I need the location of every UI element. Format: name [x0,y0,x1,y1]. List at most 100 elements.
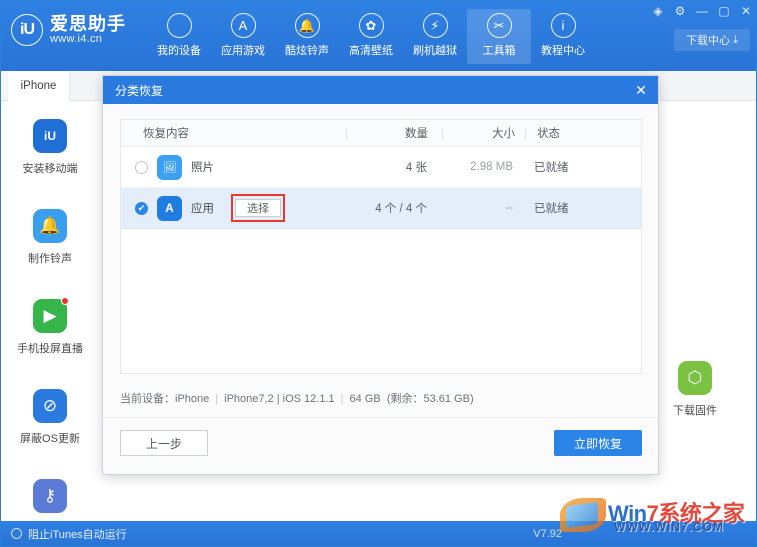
previous-step-button[interactable]: 上一步 [120,430,208,456]
tile-screencast-live[interactable]: ▶ 手机投屏直播 [6,297,94,356]
nav-label: 酷炫铃声 [285,45,329,57]
device-info-prefix: 当前设备： [120,393,175,405]
recover-now-button[interactable]: 立即恢复 [554,430,642,456]
row-size: 2.98 MB [470,161,513,173]
table-header-row: 恢复内容 数量 大小 状态 [121,120,641,147]
nav-item-apps-games[interactable]: A 应用游戏 [211,9,275,64]
table-row[interactable]: ✔ A 应用 选择 4 个 / 4 个 -- 已就绪 [121,188,641,229]
row-status: 已就绪 [534,162,569,174]
info-separator: | [340,393,344,405]
download-icon: ⤓ [733,33,738,46]
apple-icon [166,13,192,38]
brand-logo: iU 爱思助手 www.i4.cn [11,14,126,46]
status-bar: 阻止iTunes自动运行 V7.92 [1,521,756,546]
brand-text: 爱思助手 www.i4.cn [50,14,126,45]
tab-iphone[interactable]: iPhone [8,71,70,101]
device-os: iOS 12.1.1 [282,393,335,405]
dialog-title: 分类恢复 [115,83,164,98]
settings-icon[interactable]: ⚙ [673,4,687,18]
maximize-icon[interactable]: ▢ [717,4,731,18]
row-name: 照片 [191,162,214,174]
tile-download-firmware[interactable]: ⬡ 下载固件 [651,361,739,418]
column-header-size: 大小 [492,128,515,140]
column-header-content: 恢复内容 [143,128,189,140]
nav-item-toolbox[interactable]: ✂ 工具箱 [467,9,531,64]
row-size: -- [505,202,513,214]
tile-block-os-update[interactable]: ⊘ 屏蔽OS更新 [6,389,94,446]
row-status: 已就绪 [534,203,569,215]
flash-icon: ⚡ [422,13,448,38]
screencast-glyph: ▶ [43,306,57,325]
device-free-space: (剩余：53.61 GB) [386,393,474,405]
check-icon: ✔ [137,202,146,213]
dialog-close-icon[interactable]: ✕ [632,81,650,99]
nav-item-ringtones[interactable]: 🔔 酷炫铃声 [275,9,339,64]
info-separator: | [215,393,219,405]
row-name: 应用 [191,203,214,215]
block-itunes-label: 阻止iTunes自动运行 [28,528,127,541]
select-apps-button[interactable]: 选择 [235,199,281,217]
nav-item-flash-jailbreak[interactable]: ⚡ 刷机越狱 [403,9,467,64]
version-label: V7.92 [533,527,562,540]
nav-label: 教程中心 [541,45,585,57]
notification-badge-dot [61,297,69,305]
nav-item-my-device[interactable]: 我的设备 [147,9,211,64]
tile-label: 屏蔽OS更新 [20,433,80,445]
nav-item-wallpapers[interactable]: ✿ 高清壁纸 [339,9,403,64]
block-update-icon: ⊘ [33,389,67,423]
nav-label: 高清壁纸 [349,45,393,57]
appstore-icon: A [157,195,182,221]
window-controls: ◈ ⚙ — ▢ ✕ [651,4,753,18]
info-icon: i [550,13,576,38]
i4-assistant-window: iU 爱思助手 www.i4.cn 我的设备 A 应用游戏 🔔 酷炫铃声 ✿ 高… [0,0,757,547]
skin-icon[interactable]: ◈ [651,4,665,18]
close-icon[interactable]: ✕ [739,4,753,18]
column-header-quantity: 数量 [405,128,428,140]
row-quantity: 4 张 [405,162,427,174]
download-center-label: 下载中心 [686,35,731,47]
dialog-footer: 上一步 立即恢复 [103,417,658,474]
row-checkbox[interactable]: ✔ [135,201,148,215]
row-content-cell: ✔ A 应用 选择 [121,194,346,222]
brand-url: www.i4.cn [50,32,103,45]
device-info: 当前设备：iPhone | iPhone7,2 | iOS 12.1.1 | 64 GB… [120,393,474,405]
screencast-icon: ▶ [33,297,69,333]
download-center-button[interactable]: 下载中心 ⤓ [674,29,750,51]
toolbox-icon: ✂ [486,13,512,38]
tile-label: 制作铃声 [28,253,72,265]
ringtone-icon: 🔔 [33,209,67,243]
column-header-status: 状态 [537,128,560,140]
tile-label: 下载固件 [673,405,717,417]
i4-logo-icon: iU [11,14,43,46]
nav-label: 工具箱 [482,45,516,57]
dialog-body: 恢复内容 数量 大小 状态 🖼 照片 4 张 2.98 MB 已就绪 ✔ A 应… [103,104,658,447]
firmware-icon: ⬡ [678,361,712,395]
tile-label: 手机投屏直播 [17,343,83,355]
nav-label: 我的设备 [157,45,201,57]
nav-label: 刷机越狱 [413,45,457,57]
appstore-icon: A [230,13,256,38]
table-row[interactable]: 🖼 照片 4 张 2.98 MB 已就绪 [121,147,641,188]
nav-item-tutorials[interactable]: i 教程中心 [531,9,595,64]
row-quantity: 4 个 / 4 个 [375,203,427,215]
nav-label: 应用游戏 [221,45,265,57]
main-nav: 我的设备 A 应用游戏 🔔 酷炫铃声 ✿ 高清壁纸 ⚡ 刷机越狱 ✂ 工具箱 i… [147,9,595,64]
bell-icon: 🔔 [294,13,320,38]
tile-install-mobile-client[interactable]: iU 安装移动端 [6,119,94,176]
category-recovery-dialog: 分类恢复 ✕ 恢复内容 数量 大小 状态 🖼 照片 4 张 2.98 MB 已就… [102,75,659,475]
tile-make-ringtone[interactable]: 🔔 制作铃声 [6,209,94,266]
minimize-icon[interactable]: — [695,4,709,18]
pick-button-wrapper: 选择 [231,194,285,222]
block-itunes-toggle[interactable]: 阻止iTunes自动运行 [11,526,127,542]
dialog-titlebar: 分类恢复 ✕ [103,76,658,104]
row-checkbox[interactable] [135,160,148,174]
wallpaper-icon: ✿ [358,13,384,38]
device-name: iPhone [175,393,210,405]
device-model: iPhone7,2 [224,393,274,405]
toggle-circle-icon [11,528,22,539]
app-header: iU 爱思助手 www.i4.cn 我的设备 A 应用游戏 🔔 酷炫铃声 ✿ 高… [1,1,756,71]
i4-app-icon: iU [33,119,67,153]
tile-label: 安装移动端 [22,163,78,175]
row-content-cell: 🖼 照片 [121,154,346,180]
tab-label: iPhone [20,80,57,92]
